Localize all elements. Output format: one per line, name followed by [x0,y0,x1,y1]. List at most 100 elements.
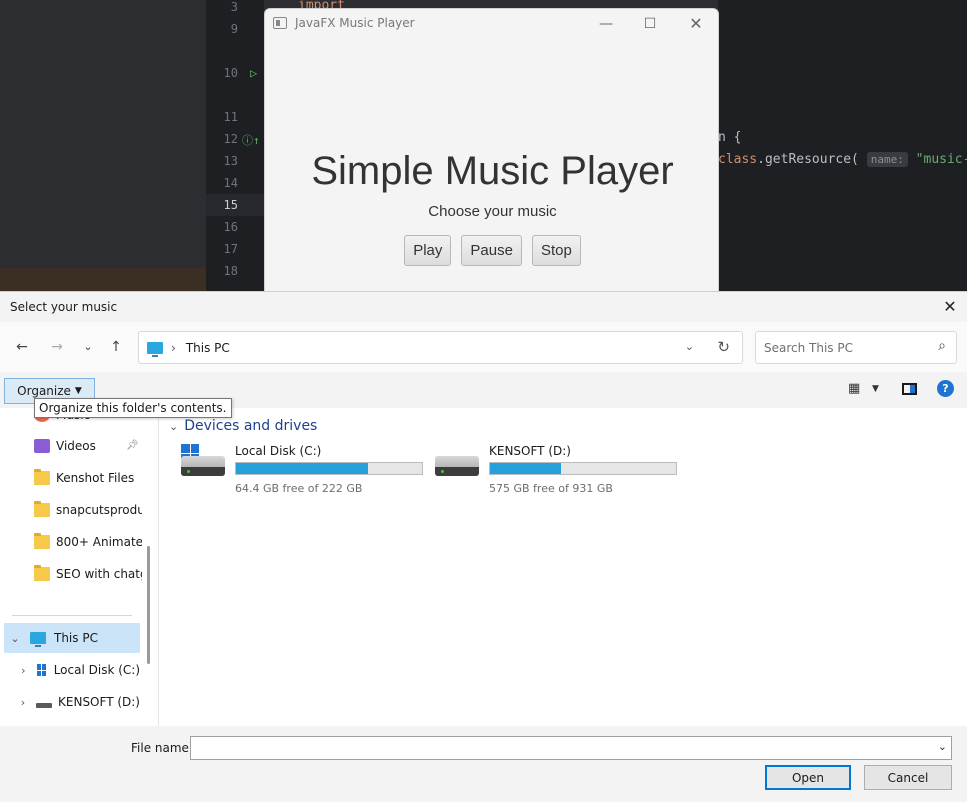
line-number: 10 [223,66,238,80]
recent-locations-icon[interactable]: ⌄ [77,336,99,358]
ide-panel-strip [0,268,206,292]
drive-usage-fill [236,463,369,474]
ide-editor [718,0,967,292]
preview-pane-icon[interactable] [902,383,917,395]
javafx-window: JavaFX Music Player — ☐ ✕ Simple Music P… [264,8,719,292]
nav-item-label: SEO with chatgp [56,567,142,581]
code-class-keyword: class [718,152,758,167]
chevron-right-icon[interactable]: › [18,696,28,709]
folder-icon [34,565,50,581]
nav-item-label: Kenshot Files [56,471,135,485]
tree-item-kensoft[interactable]: › KENSOFT (D:) [18,687,140,717]
drive-free-space: 64.4 GB free of 222 GB [235,482,363,495]
line-number: 18 [223,264,238,278]
line-number: 13 [223,154,238,168]
devices-group-header[interactable]: ⌄ Devices and drives [169,418,317,434]
folder-icon [34,469,50,485]
dialog-titlebar: Select your music [0,292,967,322]
drive-tile-d[interactable]: KENSOFT (D:) 575 GB free of 931 GB [435,444,685,495]
player-controls: Play Pause Stop [265,235,718,266]
tree-item-label: KENSOFT (D:) [58,695,140,709]
nav-item-label: Videos [56,439,96,453]
run-icon[interactable]: ▷ [250,66,257,80]
stop-button[interactable]: Stop [531,235,581,266]
organize-dropdown-icon: ▼ [74,386,82,396]
this-pc-icon [30,632,46,647]
navigation-pane: Music 📌︎ Videos 📌︎ Kenshot Files snapcut… [0,408,158,726]
drive-icon [36,702,53,708]
refresh-icon[interactable]: ↻ [717,338,730,356]
search-box[interactable]: Search This PC ⌕ [755,331,957,364]
help-icon[interactable]: ? [937,380,954,397]
tree-item-this-pc[interactable]: ⌄ This PC [4,623,140,653]
player-heading: Simple Music Player [311,149,674,193]
close-icon[interactable]: ✕ [673,13,718,35]
drive-free-space: 575 GB free of 931 GB [489,482,613,495]
play-button[interactable]: Play [404,235,452,266]
up-icon[interactable]: ↑ [105,336,127,358]
address-bar[interactable]: › This PC ⌄ ↻ [138,331,743,364]
nav-item-800-animated[interactable]: 800+ Animated [34,527,142,557]
minimize-icon[interactable]: — [583,13,629,35]
line-number: 12 [223,132,238,146]
app-window-icon [273,17,287,29]
search-placeholder: Search This PC [764,340,853,355]
address-text: This PC [185,340,230,355]
param-hint: name: [866,152,908,167]
videos-icon [34,439,50,453]
nav-item-kenshot-files[interactable]: Kenshot Files [34,463,142,493]
nav-item-label: 800+ Animated [56,535,142,549]
chevron-down-icon[interactable]: ⌄ [8,632,22,645]
file-list-pane: ⌄ Devices and drives Local Disk (C:) 64.… [158,408,967,726]
line-number: 14 [223,176,238,190]
drive-usage-fill [490,463,561,474]
line-number: 3 [230,0,238,14]
code-line-12: n { [718,130,742,145]
override-icon[interactable]: ⓘ↑ [242,132,260,148]
pause-button[interactable]: Pause [461,235,522,266]
dialog-navbar: ← → ⌄ ↑ › This PC ⌄ ↻ Search This PC ⌕ [0,322,967,372]
dialog-title: Select your music [10,300,118,314]
chevron-right-icon[interactable]: › [18,664,29,677]
back-icon[interactable]: ← [11,336,33,358]
maximize-icon[interactable]: ☐ [627,13,673,35]
chevron-down-icon[interactable]: ⌄ [169,420,178,433]
code-line-13: class.getResource( name: "music-p [718,152,967,167]
nav-item-videos[interactable]: Videos [34,431,158,461]
line-number: 9 [230,22,238,36]
view-dropdown-icon[interactable]: ▼ [872,384,879,394]
file-name-input[interactable]: ⌄ [190,736,952,760]
line-number: 17 [223,242,238,256]
fx-window-title: JavaFX Music Player [295,16,415,30]
nav-item-snapcuts[interactable]: snapcutsproduc [34,495,142,525]
address-dropdown-icon[interactable]: ⌄ [685,340,694,353]
tree-item-label: This PC [54,631,98,645]
tree-item-local-disk[interactable]: › Local Disk (C:) [18,655,140,685]
open-button[interactable]: Open [765,765,851,790]
windows-drive-icon [36,664,46,676]
drive-usage-bar [489,462,677,475]
code-string: "music-p [915,152,967,167]
organize-label: Organize [17,384,71,398]
file-name-dropdown-icon[interactable]: ⌄ [938,740,947,753]
nav-scrollbar[interactable] [147,546,150,664]
forward-icon[interactable]: → [46,336,68,358]
breadcrumb-chevron-icon[interactable]: › [171,341,176,355]
file-open-dialog: Select your music ✕ ← → ⌄ ↑ › This PC ⌄ … [0,291,967,802]
line-number: 15 [223,198,238,212]
dialog-close-icon[interactable]: ✕ [937,294,963,320]
folder-icon [34,501,50,517]
drive-tile-c[interactable]: Local Disk (C:) 64.4 GB free of 222 GB [181,444,431,495]
nav-item-seo-chatgpt[interactable]: SEO with chatgp [34,559,142,589]
search-icon[interactable]: ⌕ [938,338,946,354]
code-method: .getResource( [757,152,859,167]
nav-item-label: snapcutsproduc [56,503,142,517]
folder-icon [34,533,50,549]
nav-divider [12,615,132,616]
drive-name: Local Disk (C:) [235,444,322,458]
cancel-button[interactable]: Cancel [864,765,952,790]
view-options-icon[interactable]: ▦ [848,381,860,396]
player-subheading: Choose your music [428,203,557,220]
line-number: 16 [223,220,238,234]
pin-icon[interactable]: 📌︎ [126,440,139,451]
